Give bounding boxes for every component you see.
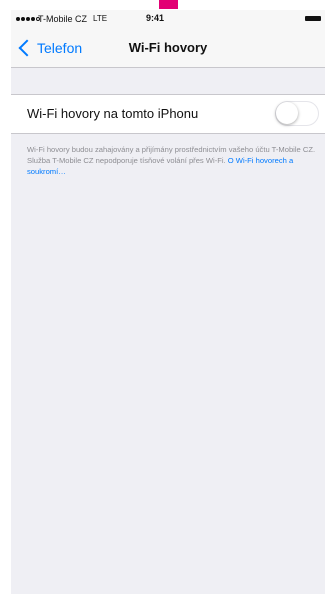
network-type: LTE <box>93 14 108 23</box>
status-time: 9:41 <box>146 13 165 23</box>
phone-screen: T-Mobile CZ LTE 9:41 Telefon Wi-Fi hovor… <box>11 10 325 594</box>
brand-marker <box>159 0 178 9</box>
toggle-knob <box>276 102 298 124</box>
wifi-calling-label: Wi-Fi hovory na tomto iPhonu <box>27 106 199 121</box>
status-bar: T-Mobile CZ LTE 9:41 <box>11 10 325 30</box>
signal-dots-icon <box>16 17 40 21</box>
carrier-name: T-Mobile CZ <box>38 14 88 24</box>
signal-dot <box>31 17 35 21</box>
navigation-bar: Telefon Wi-Fi hovory <box>11 30 325 68</box>
signal-dot <box>26 17 30 21</box>
signal-dot <box>21 17 25 21</box>
page-title: Wi-Fi hovory <box>128 40 208 55</box>
wifi-calling-description: Wi-Fi hovory budou zahajovány a přijímán… <box>27 144 319 177</box>
battery-icon <box>305 16 321 21</box>
wifi-calling-setting-row: Wi-Fi hovory na tomto iPhonu <box>11 94 325 134</box>
device-frame: T-Mobile CZ LTE 9:41 Telefon Wi-Fi hovor… <box>0 0 334 594</box>
wifi-calling-toggle[interactable] <box>275 101 319 126</box>
signal-dot <box>16 17 20 21</box>
